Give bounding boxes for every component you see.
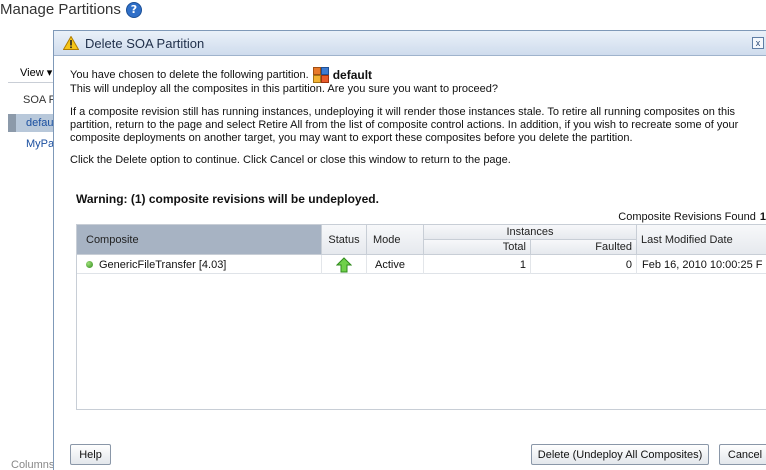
cell-composite: GenericFileTransfer [4.03] (77, 255, 322, 274)
column-header-total[interactable]: Total (424, 240, 531, 255)
undeploy-notice: This will undeploy all the composites in… (70, 83, 499, 95)
delete-partition-dialog: Delete SOA Partition x You have chosen t… (53, 30, 766, 470)
composite-name: GenericFileTransfer [4.03] (99, 258, 227, 271)
warning-icon (63, 36, 79, 50)
partition-name: default (332, 67, 373, 82)
column-header-instances: Instances (424, 225, 637, 240)
retire-instructions: If a composite revision still has runnin… (70, 106, 739, 144)
confirm-line: You have chosen to delete the following … (70, 67, 372, 83)
column-header-faulted[interactable]: Faulted (531, 240, 637, 255)
help-icon[interactable]: ? (125, 1, 142, 18)
partition-icon (312, 67, 329, 83)
cell-status (322, 255, 367, 274)
partition-link-default[interactable]: defau (26, 117, 54, 129)
column-header-composite[interactable]: Composite (77, 225, 322, 255)
warning-heading: Warning: (1) composite revisions will be… (76, 192, 379, 206)
column-header-mode[interactable]: Mode (367, 225, 424, 255)
columns-label: Columns (11, 459, 55, 470)
table-row[interactable]: GenericFileTransfer [4.03] Active 1 0 Fe… (77, 255, 766, 274)
close-icon[interactable]: x (752, 37, 764, 49)
partition-link-mypartition[interactable]: MyPa (26, 138, 54, 150)
toolbar-divider (8, 82, 56, 83)
revisions-found-label: Composite Revisions Found (618, 211, 756, 223)
row-selector (8, 114, 16, 132)
dialog-title: Delete SOA Partition (85, 35, 205, 51)
column-header-status[interactable]: Status (322, 225, 367, 255)
help-button[interactable]: Help (70, 444, 111, 465)
soa-partition-column-header[interactable]: SOA P (23, 94, 56, 106)
page-title-text: Manage Partitions (0, 1, 121, 18)
revisions-found-count: 1 (759, 211, 766, 223)
up-arrow-icon (336, 256, 352, 272)
column-header-last-modified[interactable]: Last Modified Date (637, 225, 766, 255)
dialog-title-bar: Delete SOA Partition x (54, 31, 766, 56)
cancel-button[interactable]: Cancel (719, 444, 766, 465)
revisions-found: Composite Revisions Found 1 (618, 211, 766, 223)
cell-mode: Active (367, 255, 424, 274)
composites-table: Composite Status Mode Instances Total Fa… (76, 224, 766, 410)
cell-faulted: 0 (531, 255, 637, 274)
cell-total: 1 (424, 255, 531, 274)
status-dot-icon (86, 261, 93, 268)
delete-button[interactable]: Delete (Undeploy All Composites) (531, 444, 709, 465)
cell-last-modified: Feb 16, 2010 10:00:25 F (642, 258, 763, 271)
confirm-text: You have chosen to delete the following … (70, 68, 309, 81)
click-instructions: Click the Delete option to continue. Cli… (70, 154, 511, 166)
view-menu[interactable]: View ▾ (20, 66, 52, 79)
page-title: Manage Partitions ? (0, 1, 142, 18)
